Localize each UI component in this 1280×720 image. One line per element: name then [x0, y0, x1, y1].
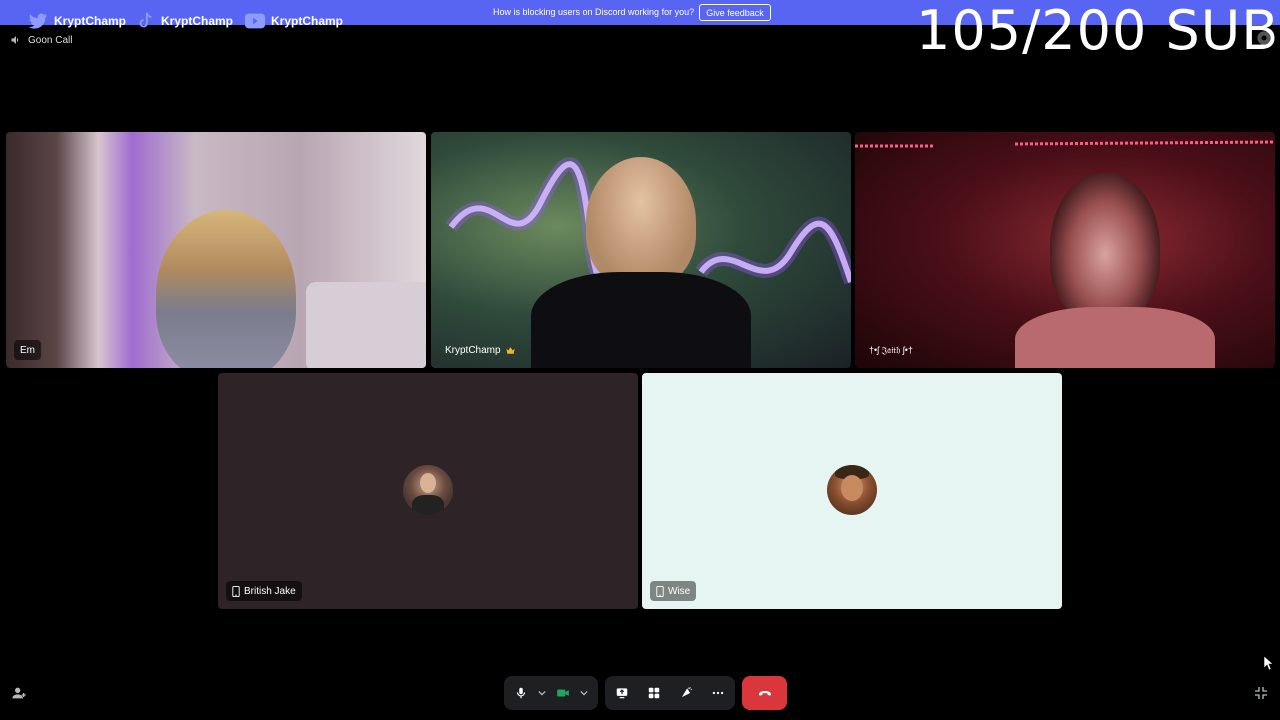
participant-tile-wise[interactable]: Wise — [642, 373, 1062, 609]
avatar-face — [420, 473, 436, 493]
soundboard-icon — [681, 687, 692, 698]
torso — [1015, 307, 1215, 368]
participant-name: British Jake — [244, 585, 296, 597]
phone-icon — [656, 585, 664, 597]
camera-button[interactable] — [550, 680, 576, 706]
activities-button[interactable] — [641, 680, 667, 706]
social-youtube: KryptChamp — [243, 10, 343, 32]
participant-name: Em — [20, 344, 35, 356]
mic-options-button[interactable] — [536, 680, 548, 706]
microphone-icon — [516, 687, 526, 699]
twitter-icon — [28, 13, 48, 29]
participant-name-tag: KryptChamp — [439, 340, 522, 360]
more-button[interactable] — [705, 680, 731, 706]
avatar-suit — [412, 495, 444, 515]
crown-icon — [505, 346, 515, 354]
participant-name-tag: British Jake — [226, 581, 302, 601]
give-feedback-button[interactable]: Give feedback — [699, 4, 771, 21]
mic-button[interactable] — [508, 680, 534, 706]
exit-fullscreen-icon[interactable] — [1253, 685, 1269, 701]
participant-name: Wise — [668, 585, 691, 597]
avatar — [403, 465, 453, 515]
participant-name: KryptChamp — [445, 344, 501, 356]
call-window: KryptChamp KryptChamp KryptChamp How is … — [0, 0, 1280, 720]
participant-tile-kryptchamp[interactable]: KryptChamp — [431, 132, 851, 368]
invite-icon[interactable] — [11, 685, 27, 701]
twitter-handle: KryptChamp — [54, 14, 127, 28]
soundboard-button[interactable] — [673, 680, 699, 706]
avatar — [827, 465, 877, 515]
video-feed — [1050, 172, 1160, 322]
tiktok-handle: KryptChamp — [161, 14, 234, 28]
hangup-icon — [758, 691, 771, 696]
call-controls — [0, 676, 1280, 710]
channel-name: Goon Call — [28, 34, 73, 46]
speaker-icon — [11, 36, 19, 44]
participant-tile-british-jake[interactable]: British Jake — [218, 373, 638, 609]
subs-counter: 105/200 SUBS — [916, 0, 1280, 62]
participant-name: †•ʃ 𝔍𝔞𝔦𝔱𝔥 ʃ•† — [869, 344, 913, 355]
social-tiktok: KryptChamp — [133, 10, 233, 32]
video-feed — [586, 157, 696, 287]
tiktok-icon — [139, 12, 152, 28]
screen-share-button[interactable] — [609, 680, 635, 706]
voice-channel-header: Goon Call — [10, 34, 72, 46]
phone-icon — [232, 585, 240, 597]
participant-name-tag: †•ʃ 𝔍𝔞𝔦𝔱𝔥 ʃ•† — [863, 340, 919, 360]
avatar-face — [841, 475, 863, 501]
camera-icon — [557, 689, 569, 697]
screen-share-icon — [616, 688, 628, 699]
media-controls — [504, 676, 598, 710]
led-strip — [855, 140, 1275, 148]
participant-name-tag: Wise — [650, 581, 697, 601]
participant-tile-faith[interactable]: †•ʃ 𝔍𝔞𝔦𝔱𝔥 ʃ•† — [855, 132, 1275, 368]
participant-tile-em[interactable]: Em — [6, 132, 426, 368]
chevron-down-icon — [580, 690, 588, 696]
social-twitter: KryptChamp — [26, 10, 126, 32]
torso — [531, 272, 751, 368]
more-icon — [712, 691, 724, 695]
video-feed — [156, 210, 296, 368]
youtube-icon — [244, 13, 266, 29]
bed-shape — [306, 282, 426, 368]
chevron-down-icon — [538, 690, 546, 696]
activities-icon — [648, 687, 660, 699]
youtube-handle: KryptChamp — [271, 14, 344, 28]
mouse-cursor-icon — [1264, 656, 1274, 670]
camera-options-button[interactable] — [578, 680, 590, 706]
activity-controls — [605, 676, 735, 710]
disconnect-button[interactable] — [742, 676, 787, 710]
participant-name-tag: Em — [14, 340, 41, 360]
banner-message: How is blocking users on Discord working… — [493, 7, 695, 17]
settings-icon[interactable] — [1254, 28, 1274, 48]
